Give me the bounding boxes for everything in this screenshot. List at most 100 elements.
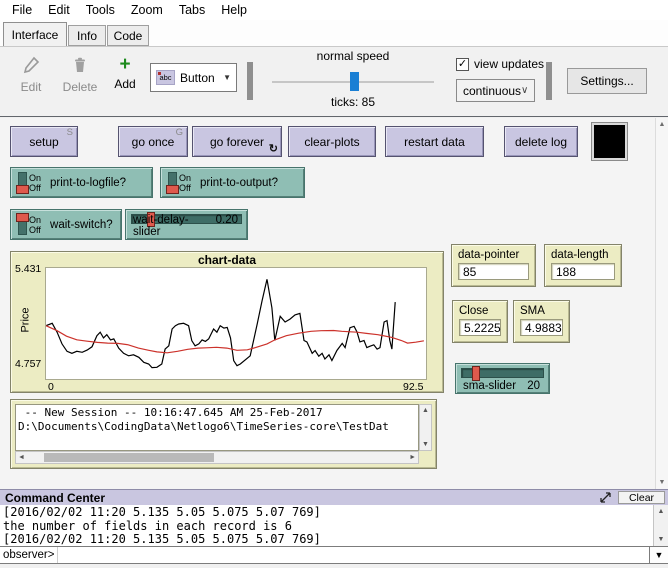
slider-track[interactable]: [461, 368, 544, 378]
plus-icon: +: [119, 56, 130, 74]
interface-vertical-scrollbar[interactable]: ▲ ▼: [655, 118, 668, 489]
trash-icon: [71, 56, 89, 77]
history-dropdown-button[interactable]: ▼: [649, 547, 668, 563]
edit-widget-button[interactable]: Edit: [10, 56, 52, 94]
scroll-down-icon[interactable]: ▼: [654, 534, 668, 545]
widget-type-chooser[interactable]: abc Button ▼: [150, 63, 237, 92]
update-mode-value: continuous: [463, 84, 521, 98]
expand-icon[interactable]: [598, 492, 612, 504]
y-tick-max: 5.431: [15, 263, 41, 275]
command-center-title: Command Center: [5, 491, 105, 505]
clear-plots-button[interactable]: clear-plots: [288, 126, 376, 157]
x-tick-max: 92.5: [403, 381, 423, 393]
go-once-shortcut: G: [176, 127, 183, 138]
setup-button[interactable]: S setup: [10, 126, 78, 157]
slider-value: 20: [527, 380, 540, 392]
command-center-header: Command Center Clear: [0, 489, 668, 505]
view-updates-checkbox[interactable]: ✓: [456, 58, 469, 71]
scroll-left-icon[interactable]: ◄: [18, 452, 25, 463]
plot-area: [45, 267, 427, 380]
go-forever-button[interactable]: go forever ↻: [192, 126, 282, 157]
menu-file[interactable]: File: [4, 1, 40, 19]
tab-interface[interactable]: Interface: [3, 22, 67, 46]
chart-data-plot: chart-data 5.431 Price 4.757 0 92.5: [10, 251, 444, 393]
y-tick-min: 4.757: [15, 358, 41, 370]
scroll-up-icon[interactable]: ▲: [656, 121, 668, 128]
scroll-up-icon[interactable]: ▲: [420, 405, 431, 416]
slider-label: wait-delay-slider: [133, 214, 216, 238]
delete-log-button[interactable]: delete log: [504, 126, 578, 157]
update-mode-select[interactable]: continuous ∨: [456, 79, 535, 102]
forever-icon: ↻: [269, 142, 278, 155]
switch-toggle[interactable]: [168, 172, 177, 193]
toolbar-separator: [546, 62, 552, 100]
restart-data-button[interactable]: restart data: [385, 126, 484, 157]
interface-canvas: S setup G go once go forever ↻ clear-plo…: [0, 118, 668, 489]
y-axis-label: Price: [20, 307, 32, 332]
monitor-value: 188: [551, 263, 615, 280]
add-widget-button[interactable]: + Add: [108, 56, 142, 91]
edit-label: Edit: [21, 80, 42, 94]
plot-title: chart-data: [11, 253, 443, 267]
output-vertical-scrollbar[interactable]: ▲ ▼: [419, 404, 432, 451]
clear-button[interactable]: Clear: [618, 491, 665, 504]
switch-onoff-labels: OnOff: [29, 215, 41, 235]
menu-help[interactable]: Help: [213, 1, 255, 19]
switch-label: wait-switch?: [50, 219, 113, 231]
output-widget: -- New Session -- 10:16:47.645 AM 25-Feb…: [10, 399, 437, 469]
data-pointer-monitor: data-pointer 85: [451, 244, 536, 287]
command-input[interactable]: [57, 547, 649, 563]
settings-button[interactable]: Settings...: [567, 68, 647, 94]
switch-onoff-labels: OnOff: [29, 173, 41, 193]
ticks-counter: ticks: 85: [262, 95, 444, 109]
switch-label: print-to-output?: [200, 177, 278, 189]
setup-shortcut: S: [67, 127, 73, 138]
print-to-logfile-switch[interactable]: OnOff print-to-logfile?: [10, 167, 153, 198]
print-to-output-switch[interactable]: OnOff print-to-output?: [160, 167, 305, 198]
menu-edit[interactable]: Edit: [40, 1, 78, 19]
slider-label: sma-slider: [463, 380, 516, 392]
command-vertical-scrollbar[interactable]: ▲ ▼: [653, 505, 668, 546]
speed-control: normal speed ticks: 85: [262, 49, 444, 113]
sma-monitor: SMA 4.9883: [513, 300, 570, 343]
monitor-value: 4.9883: [520, 319, 563, 336]
menu-tools[interactable]: Tools: [78, 1, 123, 19]
output-horizontal-scrollbar[interactable]: ◄ ►: [15, 451, 419, 464]
data-length-monitor: data-length 188: [544, 244, 622, 287]
price-lines: [46, 268, 426, 379]
wait-delay-slider[interactable]: wait-delay-slider 0.20: [125, 209, 248, 240]
toolbar-separator: [247, 62, 253, 100]
monitor-label: SMA: [520, 305, 563, 317]
wait-switch[interactable]: OnOff wait-switch?: [10, 209, 122, 240]
x-tick-min: 0: [48, 381, 54, 393]
scroll-up-icon[interactable]: ▲: [654, 506, 668, 517]
slider-value: 0.20: [216, 214, 238, 238]
tab-code[interactable]: Code: [107, 25, 149, 46]
delete-label: Delete: [63, 80, 98, 94]
command-center-output: [2016/02/02 11:20 5.135 5.05 5.075 5.07 …: [0, 505, 668, 546]
menu-tabs[interactable]: Tabs: [171, 1, 213, 19]
go-once-button[interactable]: G go once: [118, 126, 188, 157]
chevron-down-icon: ▼: [223, 73, 231, 82]
view-updates-label: view updates: [474, 57, 544, 71]
speed-slider-thumb[interactable]: [350, 72, 359, 91]
chevron-down-icon: ∨: [521, 85, 528, 96]
output-text: -- New Session -- 10:16:47.645 AM 25-Feb…: [15, 404, 419, 451]
toolbar: Edit Delete + Add abc Button ▼ normal sp…: [0, 46, 668, 117]
monitor-label: Close: [459, 305, 501, 317]
chooser-value: Button: [180, 71, 215, 85]
scroll-down-icon[interactable]: ▼: [420, 439, 431, 450]
world-view[interactable]: [592, 123, 627, 160]
tab-info[interactable]: Info: [68, 25, 106, 46]
slider-knob[interactable]: [472, 366, 480, 381]
observer-prompt-label: observer>: [0, 549, 57, 561]
scrollbar-thumb[interactable]: [44, 453, 214, 462]
scroll-right-icon[interactable]: ►: [409, 452, 416, 463]
switch-toggle[interactable]: [18, 172, 27, 193]
delete-widget-button[interactable]: Delete: [56, 56, 104, 94]
sma-slider[interactable]: sma-slider 20: [455, 363, 550, 394]
menu-zoom[interactable]: Zoom: [123, 1, 171, 19]
scroll-down-icon[interactable]: ▼: [656, 479, 668, 486]
button-widget-icon: abc: [156, 70, 175, 85]
switch-toggle[interactable]: [18, 214, 27, 235]
